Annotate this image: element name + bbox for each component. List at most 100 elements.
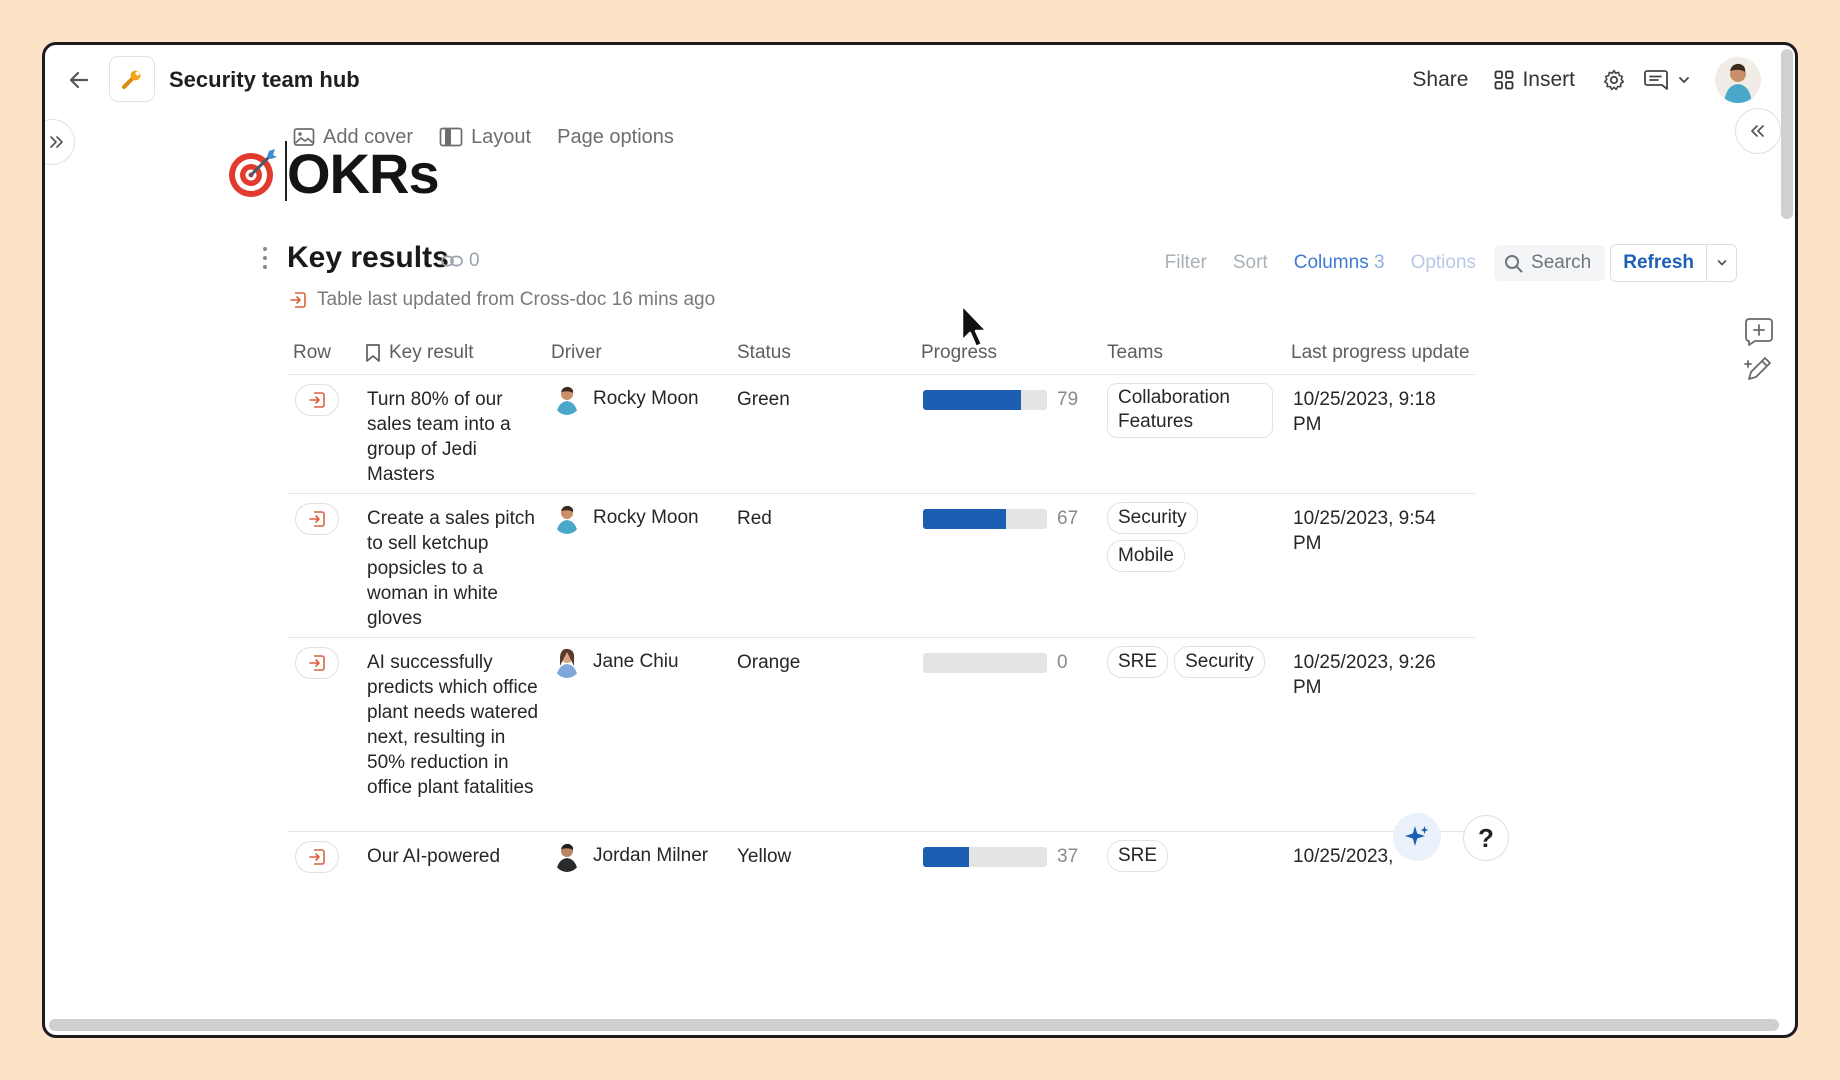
progress-cell[interactable]: 37 bbox=[923, 844, 1078, 869]
table-row[interactable]: Turn 80% of our sales team into a group … bbox=[287, 375, 1475, 494]
expand-sidebar-button[interactable] bbox=[45, 119, 75, 165]
settings-button[interactable] bbox=[1597, 63, 1631, 97]
progress-bar bbox=[923, 846, 1047, 867]
collapse-panel-button[interactable] bbox=[1735, 108, 1781, 154]
open-row-button[interactable] bbox=[295, 503, 339, 535]
team-chip[interactable]: Security bbox=[1174, 646, 1265, 678]
columns-label: Columns bbox=[1293, 252, 1369, 273]
comments-button[interactable] bbox=[1639, 63, 1673, 97]
edit-button[interactable] bbox=[1741, 351, 1777, 387]
column-header-status[interactable]: Status bbox=[737, 342, 791, 364]
driver-cell[interactable]: Rocky Moon bbox=[553, 383, 699, 415]
open-row-button[interactable] bbox=[295, 647, 339, 679]
status-cell[interactable]: Red bbox=[737, 506, 772, 531]
columns-button[interactable]: Columns 3 bbox=[1294, 252, 1385, 274]
avatar bbox=[553, 502, 581, 534]
team-chip[interactable]: SRE bbox=[1107, 646, 1169, 678]
page-title[interactable]: OKRs bbox=[287, 141, 440, 206]
insert-button[interactable]: Insert bbox=[1494, 68, 1575, 92]
team-chip[interactable]: Security bbox=[1107, 502, 1198, 534]
top-right-actions: Share Insert bbox=[1412, 57, 1761, 103]
bookmark-icon bbox=[366, 344, 380, 362]
key-result-cell[interactable]: Our AI-powered bbox=[367, 844, 539, 869]
page-options-button[interactable]: Page options bbox=[557, 126, 674, 149]
teams-cell[interactable]: Collaboration Features bbox=[1107, 383, 1277, 438]
drag-handle[interactable] bbox=[259, 247, 271, 269]
layout-label: Layout bbox=[471, 125, 532, 148]
teams-cell[interactable]: SRE bbox=[1107, 840, 1277, 872]
driver-cell[interactable]: Jordan Milner bbox=[553, 840, 708, 872]
chevron-down-icon bbox=[1679, 77, 1689, 84]
target-icon bbox=[229, 149, 277, 197]
refresh-button[interactable]: Refresh bbox=[1611, 245, 1706, 281]
filter-button[interactable]: Filter bbox=[1165, 252, 1207, 274]
open-row-button[interactable] bbox=[295, 384, 339, 416]
row-open-icon bbox=[309, 392, 325, 408]
top-bar: Security team hub Share Insert bbox=[45, 45, 1795, 115]
key-results-table: Row Key result Driver Status Progress Te… bbox=[287, 335, 1475, 892]
layout-button[interactable]: Layout bbox=[439, 126, 531, 149]
comments-dropdown-button[interactable] bbox=[1673, 63, 1695, 97]
teams-cell[interactable]: Security Mobile bbox=[1107, 502, 1277, 572]
last-update-cell[interactable]: 10/25/2023, 9:26 PM bbox=[1293, 650, 1469, 700]
key-result-cell[interactable]: Turn 80% of our sales team into a group … bbox=[367, 387, 539, 487]
team-chip[interactable]: Collaboration Features bbox=[1107, 383, 1273, 438]
search-icon bbox=[1505, 254, 1523, 272]
driver-name: Jane Chiu bbox=[593, 651, 679, 672]
column-header-driver[interactable]: Driver bbox=[551, 342, 602, 364]
open-row-button[interactable] bbox=[295, 841, 339, 873]
add-comment-button[interactable] bbox=[1741, 313, 1777, 349]
sort-button[interactable]: Sort bbox=[1233, 252, 1268, 274]
avatar-image bbox=[1724, 63, 1752, 103]
last-update-cell[interactable]: 10/25/2023, 9:18 PM bbox=[1293, 387, 1469, 437]
progress-cell[interactable]: 67 bbox=[923, 506, 1078, 531]
column-header-row[interactable]: Row bbox=[293, 342, 331, 364]
vertical-scrollbar[interactable] bbox=[1781, 49, 1793, 219]
team-chip[interactable]: SRE bbox=[1107, 840, 1169, 872]
sync-status: Table last updated from Cross-doc 16 min… bbox=[289, 289, 715, 311]
search-button[interactable]: Search bbox=[1494, 245, 1606, 281]
teams-cell[interactable]: SRE Security bbox=[1107, 646, 1277, 678]
insert-label: Insert bbox=[1522, 68, 1575, 91]
column-header-last-progress-update[interactable]: Last progress update bbox=[1291, 342, 1470, 364]
progress-bar bbox=[923, 652, 1047, 673]
chevron-down-icon bbox=[1717, 260, 1726, 266]
table-title[interactable]: Key results bbox=[287, 241, 449, 275]
refresh-dropdown-button[interactable] bbox=[1706, 245, 1736, 281]
key-result-cell[interactable]: AI successfully predicts which office pl… bbox=[367, 650, 539, 800]
back-button[interactable] bbox=[63, 64, 95, 96]
status-cell[interactable]: Orange bbox=[737, 650, 800, 675]
driver-cell[interactable]: Rocky Moon bbox=[553, 502, 699, 534]
help-button[interactable]: ? bbox=[1463, 815, 1509, 861]
wrench-icon bbox=[122, 70, 141, 89]
avatar bbox=[553, 646, 581, 678]
progress-cell[interactable]: 0 bbox=[923, 650, 1068, 675]
team-chip[interactable]: Mobile bbox=[1107, 540, 1185, 572]
driver-cell[interactable]: Jane Chiu bbox=[553, 646, 679, 678]
doc-icon-button[interactable] bbox=[109, 56, 155, 102]
user-avatar[interactable] bbox=[1715, 57, 1761, 103]
horizontal-scrollbar[interactable] bbox=[49, 1019, 1779, 1031]
column-header-key-result[interactable]: Key result bbox=[365, 342, 473, 364]
progress-value: 0 bbox=[1057, 652, 1068, 673]
progress-bar bbox=[923, 508, 1047, 529]
last-update-cell[interactable]: 10/25/2023, bbox=[1293, 844, 1469, 869]
page-icon[interactable] bbox=[225, 145, 281, 201]
status-cell[interactable]: Yellow bbox=[737, 844, 791, 869]
progress-cell[interactable]: 79 bbox=[923, 387, 1078, 412]
key-result-cell[interactable]: Create a sales pitch to sell ketchup pop… bbox=[367, 506, 539, 631]
link-count[interactable]: 0 bbox=[441, 250, 480, 272]
status-cell[interactable]: Green bbox=[737, 387, 790, 412]
table-row[interactable]: Create a sales pitch to sell ketchup pop… bbox=[287, 494, 1475, 638]
column-header-teams[interactable]: Teams bbox=[1107, 342, 1163, 364]
columns-count: 3 bbox=[1373, 252, 1385, 273]
progress-bar-fill bbox=[923, 846, 969, 867]
share-button[interactable]: Share bbox=[1412, 68, 1468, 92]
options-button[interactable]: Options bbox=[1411, 252, 1476, 274]
table-row[interactable]: AI successfully predicts which office pl… bbox=[287, 638, 1475, 832]
ai-assistant-button[interactable] bbox=[1393, 813, 1441, 861]
doc-title[interactable]: Security team hub bbox=[169, 67, 360, 93]
progress-bar-fill bbox=[923, 389, 1021, 410]
table-row[interactable]: Our AI-powered Jordan Milner Yellow 37 S… bbox=[287, 832, 1475, 892]
last-update-cell[interactable]: 10/25/2023, 9:54 PM bbox=[1293, 506, 1469, 556]
